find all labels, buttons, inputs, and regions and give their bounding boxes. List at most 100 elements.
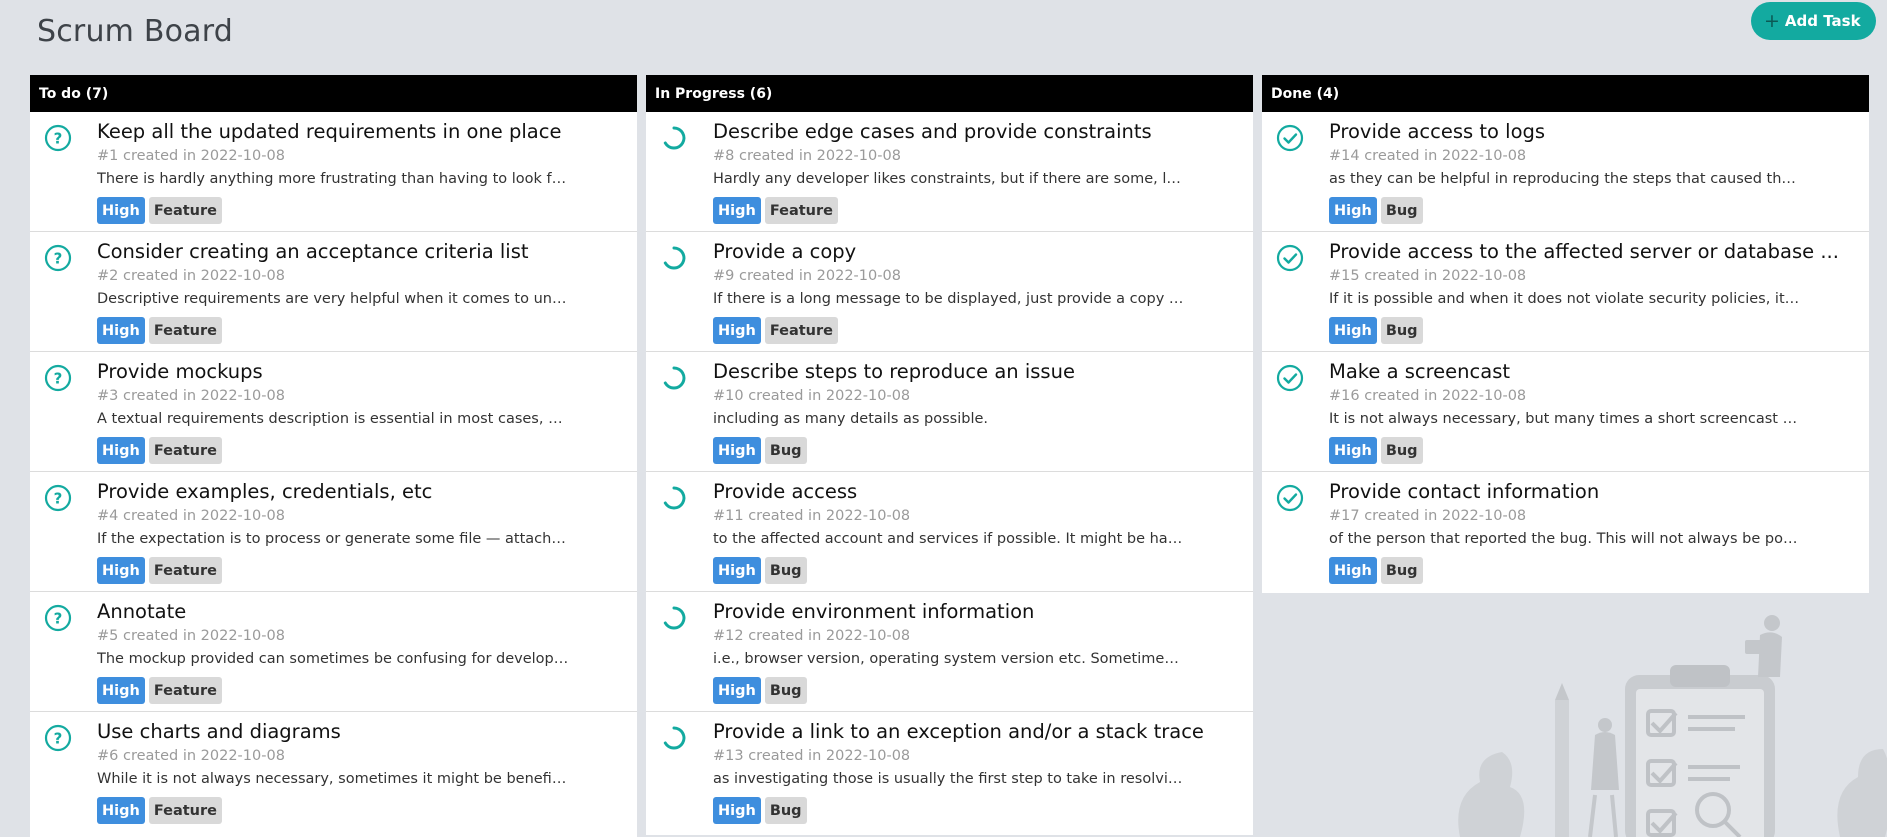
question-circle-icon[interactable]: ? <box>44 484 72 512</box>
card-title[interactable]: Provide mockups <box>97 360 612 383</box>
card-description: There is hardly anything more frustratin… <box>97 171 569 187</box>
task-card[interactable]: Provide access #11 created in 2022-10-08 t… <box>646 472 1253 592</box>
question-circle-icon[interactable]: ? <box>44 604 72 632</box>
task-card[interactable]: Provide contact information #17 created i… <box>1262 472 1869 592</box>
card-title[interactable]: Provide access to the affected server or… <box>1329 240 1844 263</box>
card-tags: High Feature <box>97 797 222 824</box>
card-meta: #1 created in 2022-10-08 <box>97 148 285 164</box>
priority-tag: High <box>1329 557 1377 584</box>
card-meta: #8 created in 2022-10-08 <box>713 148 901 164</box>
add-task-button[interactable]: + Add Task <box>1751 2 1876 40</box>
card-meta: #5 created in 2022-10-08 <box>97 628 285 644</box>
card-tags: High Feature <box>97 197 222 224</box>
card-tags: High Bug <box>713 557 807 584</box>
task-card[interactable]: ? Annotate #5 created in 2022-10-08 The moc… <box>30 592 637 712</box>
progress-spinner-icon[interactable] <box>660 364 688 392</box>
card-description: including as many details as possible. <box>713 411 989 427</box>
type-tag: Feature <box>148 797 222 824</box>
svg-text:?: ? <box>54 370 63 388</box>
task-card[interactable]: Describe edge cases and provide constrai… <box>646 112 1253 232</box>
task-card[interactable]: Describe steps to reproduce an issue #10 … <box>646 352 1253 472</box>
task-card[interactable]: Provide a link to an exception and/or a … <box>646 712 1253 832</box>
type-tag: Bug <box>764 677 807 704</box>
card-list-todo: ? Keep all the updated requirements in on… <box>30 112 637 832</box>
card-tags: High Feature <box>713 197 838 224</box>
type-tag: Bug <box>1380 317 1423 344</box>
card-title[interactable]: Provide a copy <box>713 240 1228 263</box>
card-title[interactable]: Provide access <box>713 480 1228 503</box>
card-tags: High Feature <box>97 677 222 704</box>
svg-text:?: ? <box>54 490 63 508</box>
card-title[interactable]: Keep all the updated requirements in one… <box>97 120 612 143</box>
task-card[interactable]: Provide access to the affected server or… <box>1262 232 1869 352</box>
task-card[interactable]: Provide environment information #12 creat… <box>646 592 1253 712</box>
task-card[interactable]: ? Consider creating an acceptance criteri… <box>30 232 637 352</box>
card-tags: High Bug <box>1329 437 1423 464</box>
priority-tag: High <box>713 557 761 584</box>
card-title[interactable]: Make a screencast <box>1329 360 1844 383</box>
column-header-in-progress: In Progress (6) <box>646 75 1253 112</box>
task-card[interactable]: ? Keep all the updated requirements in on… <box>30 112 637 232</box>
progress-spinner-icon[interactable] <box>660 484 688 512</box>
card-meta: #3 created in 2022-10-08 <box>97 388 285 404</box>
card-title[interactable]: Use charts and diagrams <box>97 720 612 743</box>
priority-tag: High <box>1329 197 1377 224</box>
svg-text:?: ? <box>54 610 63 628</box>
card-title[interactable]: Provide examples, credentials, etc <box>97 480 612 503</box>
priority-tag: High <box>97 677 145 704</box>
card-title[interactable]: Describe steps to reproduce an issue <box>713 360 1228 383</box>
type-tag: Bug <box>764 437 807 464</box>
question-circle-icon[interactable]: ? <box>44 724 72 752</box>
card-list-in-progress: Describe edge cases and provide constrai… <box>646 112 1253 832</box>
check-circle-icon[interactable] <box>1276 124 1304 152</box>
card-description: If the expectation is to process or gene… <box>97 531 569 547</box>
plus-icon: + <box>1764 9 1780 32</box>
question-circle-icon[interactable]: ? <box>44 244 72 272</box>
question-circle-icon[interactable]: ? <box>44 364 72 392</box>
card-meta: #16 created in 2022-10-08 <box>1329 388 1527 404</box>
task-card[interactable]: ? Provide mockups #3 created in 2022-10-08… <box>30 352 637 472</box>
progress-spinner-icon[interactable] <box>660 724 688 752</box>
card-meta: #15 created in 2022-10-08 <box>1329 268 1527 284</box>
column-todo: To do (7) ? Keep all the updated requirem… <box>30 75 637 837</box>
card-title[interactable]: Annotate <box>97 600 612 623</box>
card-meta: #17 created in 2022-10-08 <box>1329 508 1527 524</box>
type-tag: Feature <box>764 197 838 224</box>
card-title[interactable]: Provide environment information <box>713 600 1228 623</box>
card-meta: #9 created in 2022-10-08 <box>713 268 901 284</box>
task-card[interactable]: Provide access to logs #14 created in 202… <box>1262 112 1869 232</box>
scrum-board-page: Scrum Board + Add Task To do (7) ? Keep a… <box>0 0 1887 837</box>
type-tag: Feature <box>148 677 222 704</box>
card-title[interactable]: Provide a link to an exception and/or a … <box>713 720 1228 743</box>
task-card[interactable]: Make a screencast #16 created in 2022-10-… <box>1262 352 1869 472</box>
card-title[interactable]: Provide contact information <box>1329 480 1844 503</box>
card-description: Descriptive requirements are very helpfu… <box>97 291 569 307</box>
check-circle-icon[interactable] <box>1276 484 1304 512</box>
progress-spinner-icon[interactable] <box>660 604 688 632</box>
card-list-done: Provide access to logs #14 created in 202… <box>1262 112 1869 592</box>
question-circle-icon[interactable]: ? <box>44 124 72 152</box>
progress-spinner-icon[interactable] <box>660 124 688 152</box>
card-description: If it is possible and when it does not v… <box>1329 291 1801 307</box>
task-card[interactable]: ? Use charts and diagrams #6 created in 20… <box>30 712 637 832</box>
task-card[interactable]: Provide a copy #9 created in 2022-10-08 If… <box>646 232 1253 352</box>
card-meta: #10 created in 2022-10-08 <box>713 388 911 404</box>
card-title[interactable]: Describe edge cases and provide constrai… <box>713 120 1228 143</box>
card-description: i.e., browser version, operating system … <box>713 651 1185 667</box>
check-circle-icon[interactable] <box>1276 244 1304 272</box>
svg-text:?: ? <box>54 730 63 748</box>
task-card[interactable]: ? Provide examples, credentials, etc #4 cr… <box>30 472 637 592</box>
progress-spinner-icon[interactable] <box>660 244 688 272</box>
card-description: as investigating those is usually the fi… <box>713 771 1185 787</box>
card-description: as they can be helpful in reproducing th… <box>1329 171 1801 187</box>
card-description: It is not always necessary, but many tim… <box>1329 411 1801 427</box>
card-title[interactable]: Consider creating an acceptance criteria… <box>97 240 612 263</box>
priority-tag: High <box>97 197 145 224</box>
priority-tag: High <box>1329 437 1377 464</box>
card-meta: #2 created in 2022-10-08 <box>97 268 285 284</box>
check-circle-icon[interactable] <box>1276 364 1304 392</box>
type-tag: Feature <box>148 317 222 344</box>
card-meta: #6 created in 2022-10-08 <box>97 748 285 764</box>
add-task-label: Add Task <box>1784 12 1861 30</box>
card-title[interactable]: Provide access to logs <box>1329 120 1844 143</box>
